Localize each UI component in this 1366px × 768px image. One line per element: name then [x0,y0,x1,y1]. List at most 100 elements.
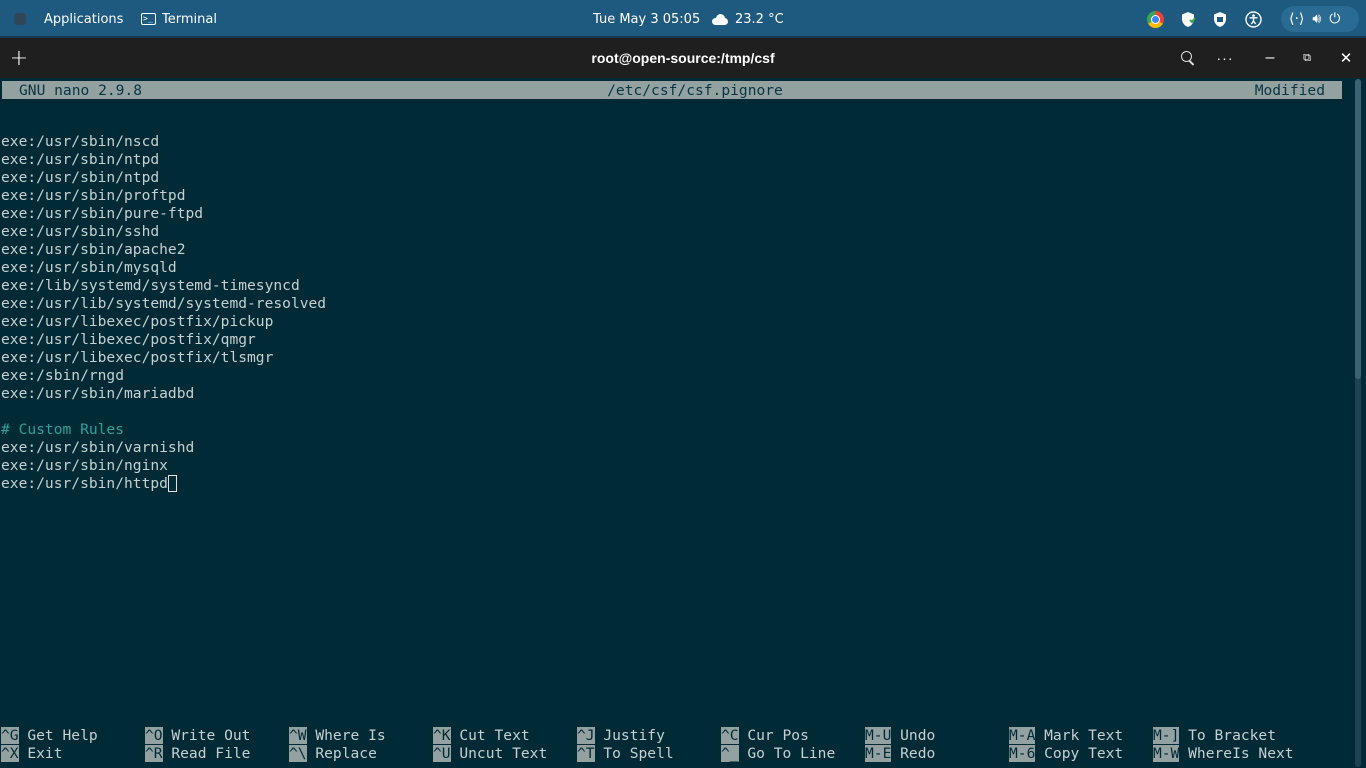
text-line: exe:/usr/sbin/pure-ftpd [1,205,326,223]
shortcut-key: ^W [289,727,307,744]
text-line: exe:/usr/libexec/postfix/tlsmgr [1,349,326,367]
shortcut-item: ^C Cur Pos [721,727,809,745]
weather-indicator[interactable]: 23.2 °C [712,0,784,38]
power-icon: ⏻ [1329,11,1341,27]
search-icon [1181,51,1195,65]
shortcut-key: ^U [433,745,451,762]
security-tray[interactable] [1212,0,1228,38]
shortcut-label: Get Help [18,727,98,744]
shortcut-label: Exit [18,745,63,762]
line-text: exe:/usr/libexec/postfix/tlsmgr [1,349,274,366]
applications-menu[interactable]: Applications [44,0,123,38]
shortcut-key: M-] [1153,727,1180,744]
line-text: exe:/usr/sbin/varnishd [1,439,195,456]
text-line [1,403,326,421]
clock[interactable]: Tue May 3 05:05 [593,0,700,38]
plus-icon: + [9,45,29,71]
line-text: exe:/usr/sbin/proftpd [1,187,186,204]
text-line: exe:/usr/libexec/postfix/pickup [1,313,326,331]
shortcut-label: To Spell [594,745,674,762]
shortcut-key: ^R [145,745,163,762]
shield-tray[interactable] [1180,0,1196,38]
nano-editor[interactable]: GNU nano 2.9.8 /etc/csf/csf.pignore Modi… [0,78,1366,768]
search-button[interactable] [1178,38,1198,78]
new-tab-button[interactable]: + [8,38,30,78]
text-line: exe:/usr/sbin/ntpd [1,151,326,169]
text-line: exe:/usr/sbin/apache2 [1,241,326,259]
shortcut-bar: ^G Get Help ^X Exit ^O Write Out ^R Read Fi… [0,727,1366,767]
shortcut-label: To Bracket [1179,727,1277,744]
text-line: exe:/usr/sbin/ntpd [1,169,326,187]
shortcut-item: ^\ Replace [289,745,377,763]
shortcut-label: Mark Text [1035,727,1124,744]
shortcut-label: Where Is [306,727,386,744]
shortcut-label: Read File [162,745,251,762]
shortcut-key: ^O [145,727,163,744]
comment-line: # Custom Rules [1,421,326,439]
text-line: exe:/usr/lib/systemd/systemd-resolved [1,295,326,313]
text-line: exe:/usr/sbin/httpd [1,475,326,493]
text-line: exe:/usr/sbin/varnishd [1,439,326,457]
menu-button[interactable]: ··· [1214,38,1236,78]
text-line: exe:/usr/sbin/nscd [1,133,326,151]
shortcut-label: Redo [891,745,936,762]
shortcut-key: ^J [577,727,595,744]
shortcut-item: M-W WhereIs Next [1153,745,1294,763]
editor-text-area[interactable]: exe:/usr/sbin/nscd exe:/usr/sbin/ntpd exe:… [1,115,326,493]
text-line: exe:/usr/sbin/sshd [1,223,326,241]
chrome-tray[interactable] [1147,0,1164,38]
shortcut-item: ^R Read File [145,745,250,763]
activities-icon [14,13,26,25]
line-text: exe:/usr/sbin/mysqld [1,259,177,276]
shortcut-item: ^G Get Help [1,727,98,745]
shortcut-label: Cur Pos [738,727,809,744]
line-text: exe:/usr/sbin/nscd [1,133,160,150]
close-icon: ✕ [1339,50,1353,67]
shortcut-label: Write Out [162,727,251,744]
line-text: exe:/usr/sbin/sshd [1,223,160,240]
shortcut-label: Uncut Text [450,745,548,762]
nano-title-bar: GNU nano 2.9.8 /etc/csf/csf.pignore Modi… [2,81,1342,99]
shield-icon [1214,11,1226,27]
nano-modified-status: Modified [1254,81,1325,99]
system-menu[interactable]: ⟨·⟩ 🔊︎ ⏻ [1281,6,1359,32]
text-line: exe:/usr/sbin/nginx [1,457,326,475]
scrollbar[interactable] [1355,79,1361,767]
activities-button[interactable] [14,0,26,38]
shortcut-key: ^T [577,745,595,762]
shortcut-label: Copy Text [1035,745,1124,762]
minimize-button[interactable]: – [1260,38,1280,78]
shortcut-key: M-E [865,745,892,762]
more-icon: ··· [1216,50,1234,66]
terminal-header-bar: + root@open-source:/tmp/csf ··· – ⧉ ✕ [0,38,1366,78]
terminal-icon: >_ [141,13,156,25]
chrome-icon [1147,10,1164,28]
close-button[interactable]: ✕ [1336,38,1356,78]
shortcut-item: ^J Justify [577,727,665,745]
text-line: exe:/usr/sbin/mysqld [1,259,326,277]
active-app-terminal[interactable]: >_ Terminal [141,0,217,38]
line-text: exe:/usr/sbin/ntpd [1,169,160,186]
shortcut-item: M-] To Bracket [1153,727,1276,745]
text-line: exe:/sbin/rngd [1,367,326,385]
shortcut-label: Replace [306,745,377,762]
line-text: exe:/usr/sbin/httpd [1,475,168,492]
text-line: exe:/usr/sbin/mariadbd [1,385,326,403]
cloud-icon [712,14,728,25]
line-text: exe:/usr/libexec/postfix/qmgr [1,331,256,348]
text-line [1,115,326,133]
volume-icon: 🔊︎ [1312,11,1322,27]
shortcut-item: ^W Where Is [289,727,386,745]
shortcut-item: M-U Undo [865,727,935,745]
shortcut-label: WhereIs Next [1179,745,1294,762]
active-app-label: Terminal [162,11,217,27]
line-text: exe:/usr/lib/systemd/systemd-resolved [1,295,327,312]
scrollbar-thumb[interactable] [1355,79,1361,379]
line-text: exe:/usr/sbin/pure-ftpd [1,205,204,222]
text-line: exe:/usr/sbin/proftpd [1,187,326,205]
shortcut-key: M-A [1009,727,1036,744]
accessibility-tray[interactable] [1245,0,1262,38]
shield-check-icon [1182,11,1196,27]
maximize-button[interactable]: ⧉ [1297,38,1317,78]
shortcut-item: ^U Uncut Text [433,745,547,763]
